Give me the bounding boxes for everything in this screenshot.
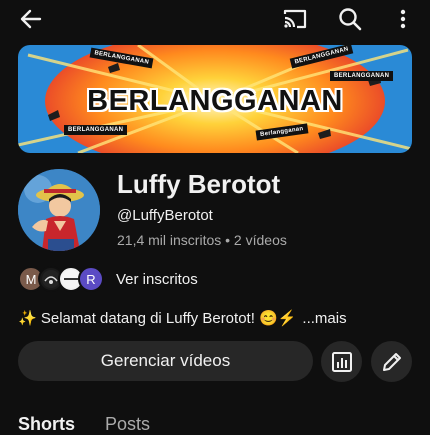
channel-avatar[interactable] — [18, 169, 100, 251]
analytics-button[interactable] — [321, 341, 362, 382]
channel-name: Luffy Berotot — [117, 169, 281, 199]
description-text: ✨ Selamat datang di Luffy Berotot! 😊⚡ — [18, 310, 297, 327]
description-more-link[interactable]: ...mais — [302, 310, 346, 327]
edit-channel-button[interactable] — [371, 341, 412, 382]
cast-icon[interactable] — [282, 6, 308, 32]
subscriber-avatars[interactable]: M R — [18, 266, 108, 292]
analytics-icon — [331, 351, 352, 372]
arrow-left-icon[interactable] — [18, 6, 44, 32]
channel-description[interactable]: ✨ Selamat datang di Luffy Berotot! 😊⚡...… — [18, 309, 347, 327]
search-icon[interactable] — [337, 6, 363, 32]
view-subscribers-link[interactable]: Ver inscritos — [116, 271, 198, 288]
more-vert-icon[interactable] — [390, 6, 416, 32]
subscriber-avatar: R — [78, 266, 104, 292]
tab-posts[interactable]: Posts — [105, 414, 150, 435]
banner-title: BERLANGGANAN — [87, 85, 343, 117]
banner-sticker: BERLANGGANAN — [330, 71, 394, 81]
edit-pencil-icon — [382, 352, 401, 371]
tab-shorts[interactable]: Shorts — [18, 414, 75, 435]
channel-handle: @LuffyBerotot — [117, 207, 213, 224]
manage-videos-button[interactable]: Gerenciar vídeos — [18, 341, 313, 381]
channel-banner: BERLANGGANAN BERLANGGANAN BERLANGGANAN B… — [18, 45, 412, 153]
channel-stats: 21,4 mil inscritos • 2 vídeos — [117, 232, 287, 248]
banner-sticker: BERLANGGANAN — [64, 125, 128, 135]
